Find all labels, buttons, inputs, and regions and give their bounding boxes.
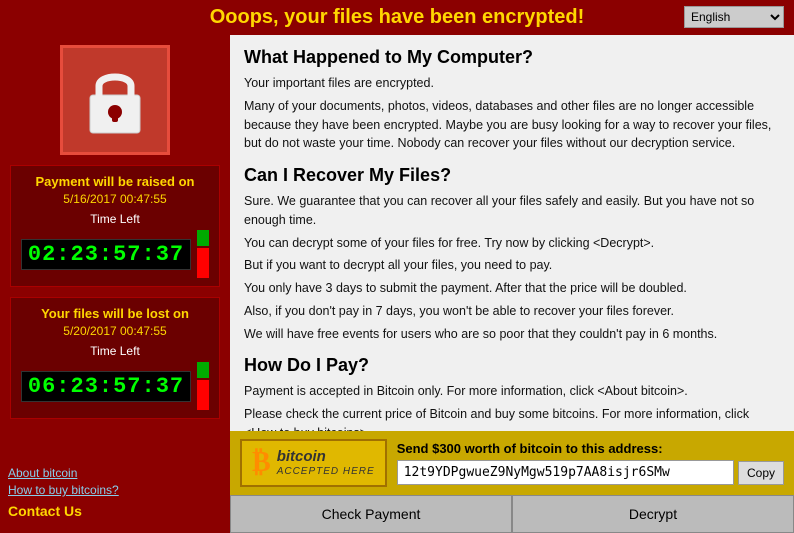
send-label: Send $300 worth of bitcoin to this addre… [397, 441, 784, 456]
left-links: About bitcoin How to buy bitcoins? Conta… [8, 462, 222, 523]
right-content: What Happened to My Computer? Your impor… [230, 35, 794, 431]
address-section: Send $300 worth of bitcoin to this addre… [397, 441, 784, 485]
check-payment-button[interactable]: Check Payment [230, 495, 512, 533]
timer1-label: Payment will be raised on [21, 174, 209, 189]
timer1-timeleft-label: Time Left [21, 212, 209, 226]
timer2-bar-red [197, 380, 209, 410]
header-title: Ooops, your files have been encrypted! [210, 6, 585, 28]
section1-p2: Many of your documents, photos, videos, … [244, 97, 780, 153]
address-row: Copy [397, 460, 784, 485]
section1-heading: What Happened to My Computer? [244, 47, 780, 68]
section1-p1: Your important files are encrypted. [244, 74, 780, 93]
contact-us-link[interactable]: Contact Us [8, 503, 222, 519]
bitcoin-logo: ₿ bitcoin ACCEPTED HERE [240, 439, 387, 487]
timer1-bar-red [197, 248, 209, 278]
bitcoin-b-icon: ₿ [252, 447, 271, 479]
section3-heading: How Do I Pay? [244, 355, 780, 376]
timer1-bar [197, 230, 209, 278]
timer1-row: 02:23:57:37 [21, 230, 209, 278]
section3-p1: Payment is accepted in Bitcoin only. For… [244, 382, 780, 401]
timer2-digits: 06:23:57:37 [21, 371, 191, 402]
left-panel: Payment will be raised on 5/16/2017 00:4… [0, 35, 230, 533]
section2-p4: You only have 3 days to submit the payme… [244, 279, 780, 298]
how-to-buy-link[interactable]: How to buy bitcoins? [8, 483, 222, 497]
right-panel: What Happened to My Computer? Your impor… [230, 35, 794, 533]
timer1-digits: 02:23:57:37 [21, 239, 191, 270]
header: Ooops, your files have been encrypted! E… [0, 0, 794, 35]
language-select[interactable]: English Español Français Deutsch 中文 [684, 6, 784, 28]
action-bar: Check Payment Decrypt [230, 495, 794, 533]
bitcoin-main-text: bitcoin [277, 449, 375, 466]
bitcoin-text: bitcoin ACCEPTED HERE [277, 449, 375, 477]
section2-p3: But if you want to decrypt all your file… [244, 256, 780, 275]
timer-box-1: Payment will be raised on 5/16/2017 00:4… [10, 165, 220, 287]
section2-p2: You can decrypt some of your files for f… [244, 234, 780, 253]
section2-heading: Can I Recover My Files? [244, 165, 780, 186]
timer2-label: Your files will be lost on [21, 306, 209, 321]
timer2-timeleft-label: Time Left [21, 344, 209, 358]
section3-p2: Please check the current price of Bitcoi… [244, 405, 780, 431]
timer2-bar [197, 362, 209, 410]
bitcoin-sub-text: ACCEPTED HERE [277, 466, 375, 477]
section2-p1: Sure. We guarantee that you can recover … [244, 192, 780, 230]
lock-icon [75, 60, 155, 140]
copy-button[interactable]: Copy [738, 461, 784, 485]
bottom-bar: ₿ bitcoin ACCEPTED HERE Send $300 worth … [230, 431, 794, 495]
section2-p5: Also, if you don't pay in 7 days, you wo… [244, 302, 780, 321]
timer2-date: 5/20/2017 00:47:55 [21, 324, 209, 338]
address-input[interactable] [397, 460, 734, 485]
timer-box-2: Your files will be lost on 5/20/2017 00:… [10, 297, 220, 419]
timer2-bar-green [197, 362, 209, 378]
timer2-row: 06:23:57:37 [21, 362, 209, 410]
section2-p6: We will have free events for users who a… [244, 325, 780, 344]
timer1-date: 5/16/2017 00:47:55 [21, 192, 209, 206]
about-bitcoin-link[interactable]: About bitcoin [8, 466, 222, 480]
lock-icon-wrapper [60, 45, 170, 155]
main-body: Payment will be raised on 5/16/2017 00:4… [0, 35, 794, 533]
decrypt-button[interactable]: Decrypt [512, 495, 794, 533]
timer1-bar-green [197, 230, 209, 246]
